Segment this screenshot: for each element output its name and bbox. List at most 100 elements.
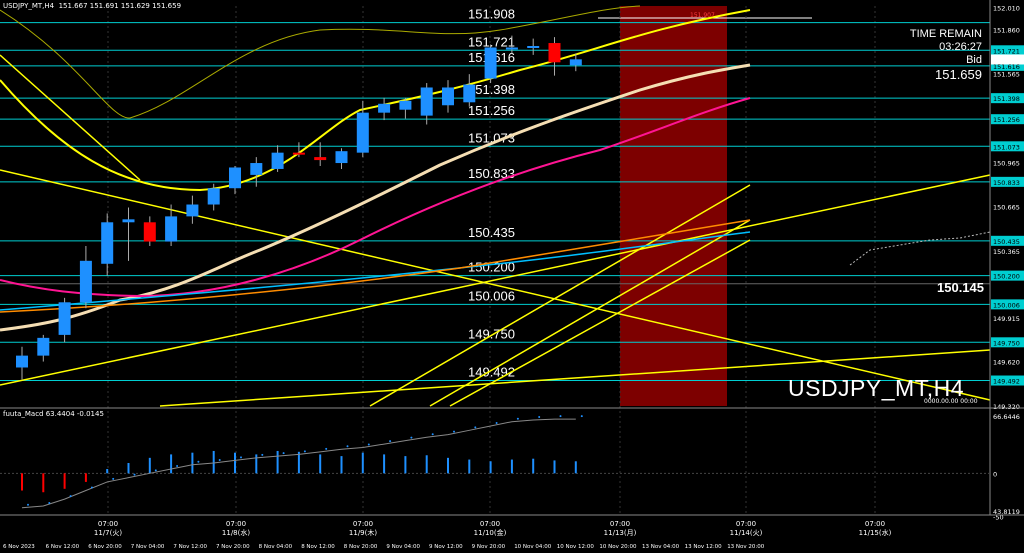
macd-dot-8: [197, 460, 200, 463]
time-label-4: 07:00: [610, 520, 630, 528]
date-label-2: 11/9(木): [349, 528, 377, 537]
macd-dot-10: [240, 456, 242, 459]
candle-body-25: [548, 43, 561, 63]
macd-dot-20: [453, 430, 455, 433]
bottom-label-17: 13 Nov 20:00: [727, 544, 765, 550]
candle-body-21: [463, 84, 476, 103]
candle-body-8: [186, 204, 199, 217]
price-tick-18: 149.492: [993, 378, 1020, 386]
macd-dot-5: [133, 473, 136, 476]
price-tick-7: 151.073: [993, 143, 1020, 151]
candle-body-15: [335, 151, 348, 164]
macd-dot-0: [27, 503, 29, 506]
time-remain-label: TIME REMAIN: [909, 28, 982, 40]
price-chart[interactable]: 151.908151.721151.616151.398151.256151.0…: [0, 0, 1024, 553]
candle-body-16: [356, 112, 369, 153]
bid-tag-bg: [991, 54, 1024, 65]
macd-dot-12: [282, 452, 285, 455]
level-label-10: 149.750: [468, 326, 515, 341]
macd-label: fuuta_Macd 63.4404 -0.0145: [3, 410, 104, 418]
candle-body-20: [442, 87, 454, 106]
symbol-header: USDJPY_MT,H4 151.667 151.691 151.629 151…: [3, 2, 182, 10]
date-label-0: 11/7(火): [94, 529, 122, 537]
bottom-label-12: 10 Nov 04:00: [514, 544, 552, 550]
candle-body-0: [16, 355, 28, 368]
macd-dot-25: [559, 415, 562, 418]
bottom-label-3: 7 Nov 04:00: [131, 544, 165, 550]
price-tick-13: 150.200: [993, 273, 1020, 281]
macd-pane: 66.64460-5043.8119: [0, 407, 1024, 521]
candle-body-11: [250, 163, 263, 175]
bottom-label-7: 8 Nov 12:00: [301, 544, 335, 550]
candle-body-13: [292, 152, 305, 155]
candle-body-12: [271, 152, 284, 169]
macd-dot-14: [325, 447, 328, 450]
time-label-2: 07:00: [353, 520, 373, 528]
candle-body-4: [101, 222, 114, 264]
trend-line-1: [0, 174, 991, 386]
candle-body-5: [122, 219, 135, 223]
macd-dot-9: [218, 458, 221, 461]
price-tick-16: 149.750: [993, 339, 1020, 347]
macd-dot-21: [474, 426, 477, 429]
bottom-label-16: 13 Nov 12:00: [685, 544, 723, 550]
price-tick-9: 150.833: [993, 179, 1020, 187]
candle-body-17: [378, 103, 391, 113]
cloud-dotted: [849, 231, 991, 266]
price-tick-14: 150.006: [993, 301, 1020, 309]
bottom-label-13: 10 Nov 12:00: [557, 544, 595, 550]
date-label-4: 11/13(月): [604, 529, 637, 537]
candle-body-10: [229, 167, 241, 189]
bid-label: Bid: [966, 54, 982, 66]
bottom-label-1: 6 Nov 12:00: [46, 544, 80, 550]
candle-body-19: [420, 87, 433, 116]
macd-dot-11: [261, 453, 264, 456]
macd-axis-0: 66.6446: [993, 413, 1020, 421]
bottom-label-0: 6 Nov 2023: [3, 544, 35, 550]
candle-body-26: [569, 59, 582, 66]
time-axis: 07:0011/7(火)07:0011/8(水)07:0011/9(木)07:0…: [0, 514, 1024, 550]
time-label-6: 07:00: [865, 520, 885, 528]
current-level-label: 150.145: [937, 280, 984, 295]
candle-body-22: [484, 47, 497, 79]
macd-dot-1: [48, 502, 51, 505]
price-tick-5: 151.398: [993, 95, 1020, 103]
time-label-1: 07:00: [226, 520, 246, 528]
bottom-label-14: 10 Nov 20:00: [599, 544, 637, 550]
candle-body-14: [314, 157, 327, 161]
price-tick-6: 151.256: [993, 116, 1020, 124]
macd-dot-16: [367, 443, 370, 446]
price-tick-12: 150.365: [993, 248, 1020, 256]
candle-body-7: [165, 216, 178, 242]
date-label-6: 11/15(水): [859, 528, 892, 537]
candle-body-18: [399, 100, 412, 110]
level-label-8: 150.200: [468, 260, 515, 275]
macd-dot-7: [176, 465, 179, 468]
macd-dot-4: [112, 477, 115, 480]
macd-dot-23: [516, 417, 519, 420]
level-label-1: 151.721: [468, 34, 515, 49]
macd-dot-17: [389, 440, 392, 443]
corner-timestamp: 0000.00.00 00:00: [924, 398, 978, 405]
high-marker: 151.907: [690, 12, 715, 19]
candle-body-9: [207, 188, 220, 205]
price-tick-19: 149.320: [993, 403, 1020, 411]
bid-value: 151.659: [935, 67, 982, 82]
candle-body-6: [143, 222, 156, 242]
bottom-label-8: 8 Nov 20:00: [344, 544, 378, 550]
macd-dot-24: [538, 415, 541, 418]
macd-dot-26: [580, 415, 583, 418]
price-axis: 152.010151.860151.721151.616151.565151.3…: [989, 0, 1024, 515]
macd-dot-13: [303, 450, 306, 453]
macd-dot-6: [154, 469, 157, 472]
bottom-label-2: 6 Nov 20:00: [88, 544, 122, 550]
price-tick-11: 150.435: [993, 238, 1020, 246]
candle-body-3: [79, 260, 92, 303]
macd-dot-3: [90, 486, 93, 489]
macd-axis-1: 0: [993, 470, 997, 478]
macd-dot-22: [495, 422, 498, 425]
macd-dot-18: [410, 436, 413, 439]
price-tick-15: 149.915: [993, 315, 1020, 323]
price-tick-0: 152.010: [993, 4, 1020, 12]
time-remain-value: 03:26:27: [939, 41, 982, 53]
